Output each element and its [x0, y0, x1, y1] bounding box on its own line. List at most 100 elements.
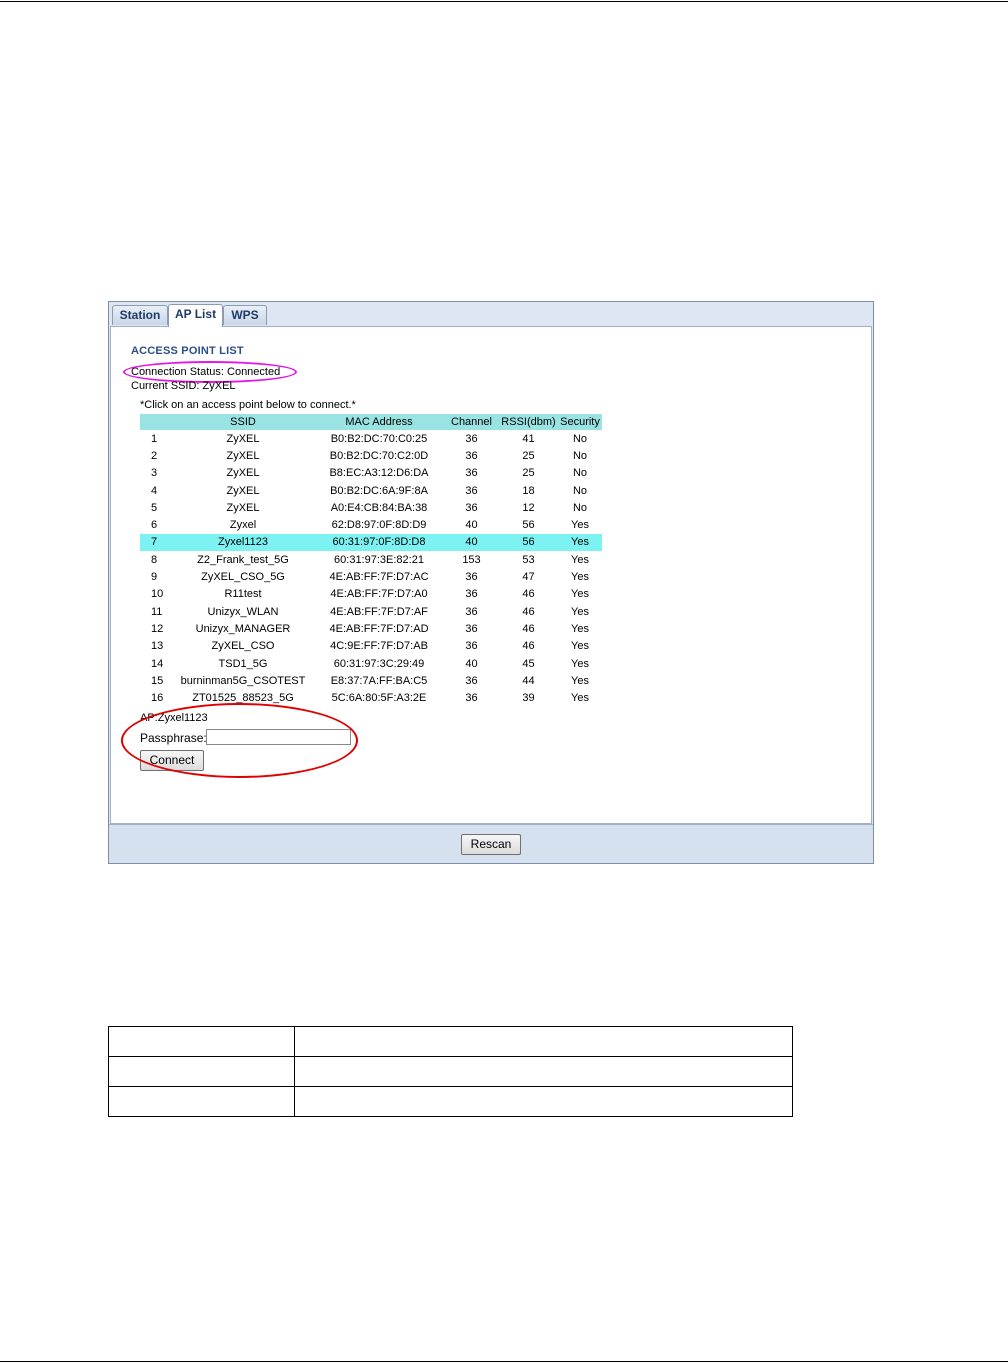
row-security: No — [572, 501, 588, 514]
row-mac-address: B0:B2:DC:70:C2:0D — [329, 449, 429, 462]
table-cell — [108, 1056, 295, 1087]
row-channel: 36 — [465, 674, 478, 687]
ap-table-row[interactable]: 2 ZyXEL B0:B2:DC:70:C2:0D 36 25 No — [140, 447, 602, 464]
row-ssid: Unizyx_WLAN — [207, 605, 279, 618]
row-mac-address: 4C:9E:FF:7F:D7:AB — [330, 640, 428, 653]
row-channel: 36 — [465, 640, 478, 653]
row-index: 10 — [151, 588, 164, 601]
row-channel: 36 — [465, 449, 478, 462]
row-rssi: 39 — [522, 692, 535, 705]
ap-table-row[interactable]: 3 ZyXEL B8:EC:A3:12:D6:DA 36 25 No — [140, 465, 602, 482]
ap-table-row[interactable]: 8 Z2_Frank_test_5G 60:31:97:3E:82:21 153 53 Y… — [140, 551, 602, 568]
row-security: No — [572, 449, 588, 462]
row-rssi: 56 — [499, 533, 558, 552]
row-channel: 36 — [465, 467, 478, 480]
row-channel: 36 — [465, 588, 478, 601]
row-security: Yes — [571, 640, 589, 653]
row-security: Yes — [571, 553, 589, 566]
row-rssi: 25 — [522, 467, 535, 480]
ap-table-row[interactable]: 6 Zyxel 62:D8:97:0F:8D:D9 40 56 Yes — [140, 516, 602, 533]
row-rssi: 53 — [522, 553, 535, 566]
row-rssi: 56 — [522, 519, 535, 532]
row-mac-address: B8:EC:A3:12:D6:DA — [329, 467, 429, 480]
panel-footer: Rescan — [109, 824, 873, 863]
row-rssi: 18 — [522, 484, 535, 497]
row-mac-address: 4E:AB:FF:7F:D7:AD — [329, 622, 429, 635]
ap-table-row[interactable]: 14 TSD1_5G 60:31:97:3C:29:49 40 45 Yes — [140, 655, 602, 672]
ap-table-row[interactable]: 12 Unizyx_MANAGER 4E:AB:FF:7F:D7:AD 36 46 Yes — [140, 620, 602, 637]
table-cell — [108, 1086, 295, 1117]
row-rssi: 25 — [522, 449, 535, 462]
row-ssid: Zyxel1123 — [172, 533, 314, 552]
row-rssi: 45 — [522, 657, 535, 670]
row-channel: 40 — [444, 533, 499, 552]
tab-station[interactable]: Station — [112, 305, 168, 325]
row-mac-address: B0:B2:DC:6A:9F:8A — [330, 484, 428, 497]
ap-table-row[interactable]: 10 R11test 4E:AB:FF:7F:D7:A0 36 46 Yes — [140, 586, 602, 603]
row-ssid: R11test — [224, 588, 262, 601]
table-row — [108, 1026, 793, 1057]
row-channel: 36 — [465, 432, 478, 445]
ap-table-row[interactable]: 15 burninman5G_CSOTEST E8:37:7A:FF:BA:C5 36… — [140, 672, 602, 689]
table-cell — [294, 1056, 793, 1087]
row-channel: 36 — [465, 605, 478, 618]
row-channel: 36 — [465, 622, 478, 635]
row-security: Yes — [571, 588, 589, 601]
row-ssid: ZyXEL — [226, 467, 260, 480]
row-index: 13 — [151, 640, 164, 653]
row-index: 11 — [151, 605, 163, 618]
row-ssid: ZyXEL_CSO_5G — [201, 571, 285, 584]
table-cell — [108, 1026, 295, 1057]
ap-table-row[interactable]: 11 Unizyx_WLAN 4E:AB:FF:7F:D7:AF 36 46 Yes — [140, 603, 602, 620]
row-ssid: ZyXEL — [226, 501, 260, 514]
tab-ap-list[interactable]: AP List — [168, 304, 223, 327]
ap-table-row[interactable]: 1 ZyXEL B0:B2:DC:70:C0:25 36 41 No — [140, 430, 602, 447]
row-mac-address: 62:D8:97:0F:8D:D9 — [331, 519, 427, 532]
row-mac-address: 60:31:97:3E:82:21 — [334, 553, 424, 566]
column-header-mac: MAC Address — [314, 414, 444, 430]
row-index: 16 — [151, 692, 164, 705]
row-rssi: 46 — [522, 622, 535, 635]
row-ssid: Unizyx_MANAGER — [195, 622, 291, 635]
column-header-security: Security — [558, 414, 602, 430]
ap-table-row[interactable]: 7 Zyxel1123 60:31:97:0F:8D:D8 40 56 Yes — [140, 533, 602, 552]
tab-bar: Station AP List WPS — [109, 302, 873, 327]
row-ssid: Z2_Frank_test_5G — [197, 553, 289, 566]
row-channel: 36 — [465, 692, 478, 705]
document-table — [108, 1026, 793, 1117]
ap-table-row[interactable]: 4 ZyXEL B0:B2:DC:6A:9F:8A 36 18 No — [140, 482, 602, 499]
row-channel: 36 — [465, 484, 478, 497]
row-channel: 36 — [465, 571, 478, 584]
row-mac-address: B0:B2:DC:70:C0:25 — [330, 432, 428, 445]
row-security: Yes — [571, 657, 589, 670]
row-index: 8 — [151, 553, 158, 566]
bottom-page-rule — [0, 1361, 1008, 1362]
column-header-rssi: RSSI(dbm) — [499, 414, 558, 430]
row-index: 3 — [151, 467, 158, 480]
row-security: Yes — [571, 622, 589, 635]
tab-wps[interactable]: WPS — [223, 305, 267, 325]
row-security: Yes — [571, 571, 589, 584]
connect-highlight — [121, 703, 358, 778]
ap-table-row[interactable]: 13 ZyXEL_CSO 4C:9E:FF:7F:D7:AB 36 46 Yes — [140, 638, 602, 655]
instruction-text: *Click on an access point below to conne… — [140, 399, 356, 411]
row-security: Yes — [571, 519, 589, 532]
ap-table-row[interactable]: 5 ZyXEL A0:E4:CB:84:BA:38 36 12 No — [140, 499, 602, 516]
row-security: Yes — [571, 692, 589, 705]
row-security: Yes — [571, 674, 589, 687]
current-ssid: Current SSID: ZyXEL — [131, 380, 236, 392]
top-page-rule — [0, 1, 1008, 2]
ap-table-row[interactable]: 9 ZyXEL_CSO_5G 4E:AB:FF:7F:D7:AC 36 47 Yes — [140, 568, 602, 585]
row-channel: 40 — [465, 657, 478, 670]
ap-table: SSID MAC Address Channel RSSI(dbm) Secur… — [140, 414, 602, 707]
row-index: 4 — [151, 484, 158, 497]
rescan-button[interactable]: Rescan — [461, 834, 521, 855]
row-index: 14 — [151, 657, 164, 670]
column-header-ssid: SSID — [172, 414, 314, 430]
row-rssi: 46 — [522, 605, 535, 618]
row-index: 15 — [151, 674, 164, 687]
table-cell — [294, 1086, 793, 1117]
row-ssid: ZyXEL — [226, 484, 260, 497]
row-mac-address: 4E:AB:FF:7F:D7:AC — [329, 571, 429, 584]
row-security: No — [572, 432, 588, 445]
